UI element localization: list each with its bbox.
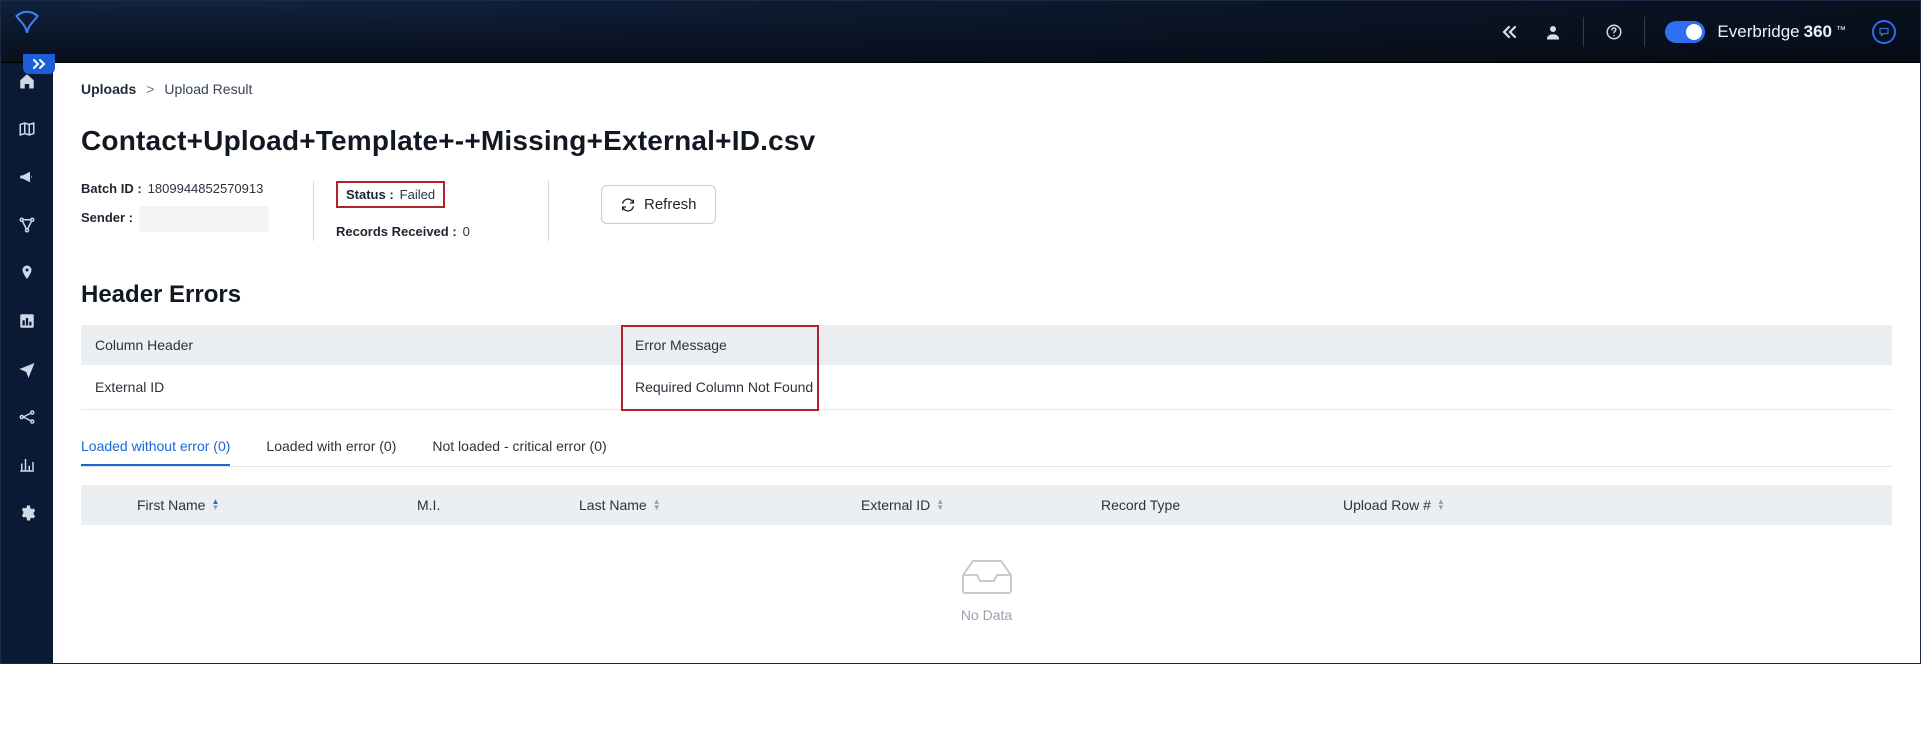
meta-row: Batch ID : 1809944852570913 Sender : Sta…: [81, 181, 1892, 253]
records-value: 0: [463, 224, 470, 239]
map-icon[interactable]: [1, 115, 53, 143]
plane-icon[interactable]: [1, 355, 53, 383]
col-last-name[interactable]: Last Name ▲▼: [579, 497, 861, 513]
inbox-icon: [959, 555, 1015, 597]
batch-id-label: Batch ID :: [81, 181, 142, 196]
dashboard-icon[interactable]: [1, 307, 53, 335]
brand-tm: ™: [1836, 25, 1846, 36]
help-icon[interactable]: [1592, 1, 1636, 63]
status-box: Status : Failed: [336, 181, 445, 208]
page-title: Contact+Upload+Template+-+Missing+Extern…: [81, 125, 1892, 157]
collapse-header-icon[interactable]: [1487, 1, 1531, 63]
results-grid-header: First Name ▲▼ M.I. Last Name ▲▼ External…: [81, 485, 1892, 525]
refresh-icon: [620, 197, 636, 213]
tab-not-loaded[interactable]: Not loaded - critical error (0): [432, 432, 606, 466]
result-tabs: Loaded without error (0) Loaded with err…: [81, 432, 1892, 467]
col-upload-row[interactable]: Upload Row # ▲▼: [1343, 497, 1892, 513]
refresh-button[interactable]: Refresh: [601, 185, 716, 224]
no-data-text: No Data: [961, 607, 1012, 623]
tab-loaded-ok[interactable]: Loaded without error (0): [81, 432, 230, 466]
separator: [1644, 17, 1645, 47]
analytics-icon[interactable]: [1, 451, 53, 479]
table-row: External ID Required Column Not Found: [81, 365, 1892, 410]
sort-icon: ▲▼: [653, 499, 661, 511]
gear-icon[interactable]: [1, 499, 53, 527]
batch-id-value: 1809944852570913: [148, 181, 264, 196]
workflow-icon[interactable]: [1, 211, 53, 239]
breadcrumb: Uploads > Upload Result: [81, 81, 1892, 97]
main-content: Uploads > Upload Result Contact+Upload+T…: [53, 63, 1920, 663]
sender-label: Sender :: [81, 210, 133, 236]
he-col-error: Error Message: [621, 325, 1892, 365]
col-record-type[interactable]: Record Type: [1101, 497, 1343, 513]
network-icon[interactable]: [1, 403, 53, 431]
header-errors-table: Column Header Error Message External ID …: [81, 325, 1892, 410]
records-label: Records Received :: [336, 224, 457, 239]
tab-loaded-err[interactable]: Loaded with error (0): [266, 432, 396, 466]
he-row-message: Required Column Not Found: [621, 365, 1892, 410]
divider: [313, 181, 314, 241]
megaphone-icon[interactable]: [1, 163, 53, 191]
he-col-error-text: Error Message: [635, 337, 727, 353]
brand-name-bold: 360: [1804, 22, 1832, 42]
col-mi[interactable]: M.I.: [417, 497, 579, 513]
header-errors-title: Header Errors: [81, 281, 1892, 309]
breadcrumb-sep: >: [146, 81, 154, 97]
breadcrumb-current: Upload Result: [164, 81, 252, 97]
status-value: Failed: [400, 187, 435, 202]
brand-toggle[interactable]: [1665, 21, 1705, 43]
sidebar-expand-tab[interactable]: [23, 54, 55, 74]
sort-icon: ▲▼: [1437, 499, 1445, 511]
top-header: Everbridge 360 ™: [1, 1, 1920, 63]
no-data-block: No Data: [81, 525, 1892, 643]
breadcrumb-root[interactable]: Uploads: [81, 81, 136, 97]
sender-value-masked: [139, 206, 269, 232]
pin-icon[interactable]: [1, 259, 53, 287]
sort-icon: ▲▼: [936, 499, 944, 511]
he-col-header: Column Header: [81, 325, 621, 365]
col-external-id[interactable]: External ID ▲▼: [861, 497, 1101, 513]
he-row-header: External ID: [81, 365, 621, 410]
sort-icon: ▲▼: [211, 499, 219, 511]
status-label: Status :: [346, 187, 394, 202]
brand-name-regular: Everbridge: [1717, 22, 1799, 42]
brand-label[interactable]: Everbridge 360 ™: [1717, 22, 1846, 42]
separator: [1583, 17, 1584, 47]
refresh-label: Refresh: [644, 196, 697, 213]
left-sidebar: [1, 63, 53, 663]
divider: [548, 181, 549, 241]
col-first-name[interactable]: First Name ▲▼: [137, 497, 417, 513]
logo-icon: [13, 9, 41, 37]
chat-icon[interactable]: [1872, 20, 1896, 44]
user-icon[interactable]: [1531, 1, 1575, 63]
